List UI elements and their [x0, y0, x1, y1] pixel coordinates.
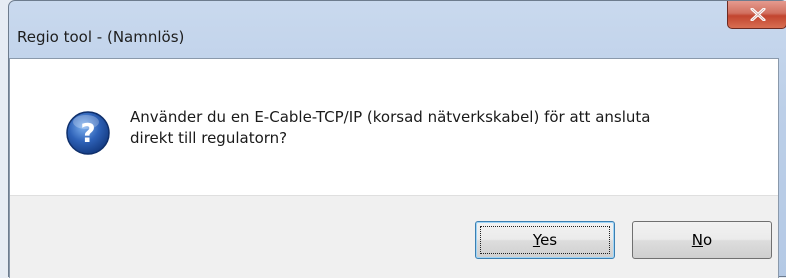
message-line-2: direkt till regulatorn?	[130, 129, 288, 147]
title-bar[interactable]: Regio tool - (Namnlös)	[9, 1, 786, 58]
close-icon	[750, 8, 766, 21]
message-area: ? Använder du en E-Cable-TCP/IP (korsad …	[10, 59, 778, 195]
dialog-client-area: ? Använder du en E-Cable-TCP/IP (korsad …	[9, 58, 779, 278]
no-button-label: No	[691, 231, 713, 249]
question-icon: ?	[66, 111, 110, 155]
window-title: Regio tool - (Namnlös)	[17, 28, 185, 46]
message-line-1: Använder du en E-Cable-TCP/IP (korsad nä…	[130, 108, 651, 126]
dialog-message: Använder du en E-Cable-TCP/IP (korsad nä…	[130, 107, 750, 149]
svg-text:?: ?	[80, 119, 95, 149]
button-bar: Yes No	[10, 195, 778, 278]
close-button[interactable]	[727, 1, 786, 29]
yes-button-label: Yes	[532, 231, 558, 249]
no-button[interactable]: No	[632, 221, 772, 259]
dialog-window: Regio tool - (Namnlös) ? Använder du en …	[8, 0, 786, 278]
yes-button[interactable]: Yes	[475, 221, 615, 259]
